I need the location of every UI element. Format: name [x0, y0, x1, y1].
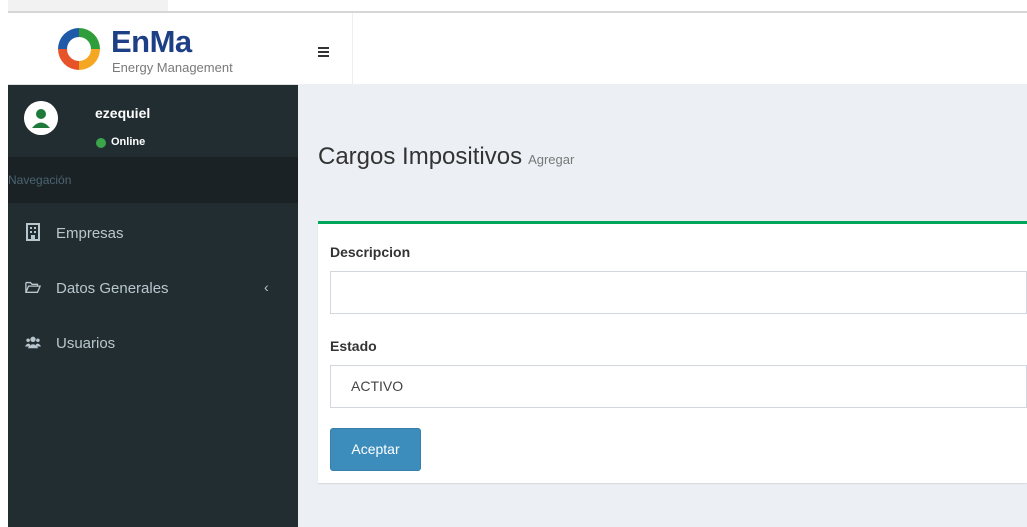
building-icon [26, 223, 40, 241]
description-input[interactable] [330, 271, 1027, 314]
main-header [298, 13, 1027, 84]
chevron-left-icon[interactable]: ‹ [264, 279, 269, 295]
brand-subtitle: Energy Management [112, 60, 233, 75]
logo-ring-icon [58, 28, 100, 70]
status-label: Estado [330, 338, 377, 354]
nav-header-label: Navegación [8, 173, 72, 187]
sidebar-item-datos-generales[interactable]: Datos Generales ‹ [8, 261, 298, 316]
status-select[interactable]: ACTIVO [330, 365, 1027, 408]
nav-header: Navegación [8, 157, 298, 203]
sidebar-item-label: Empresas [56, 225, 124, 242]
browser-tab-stub [8, 0, 168, 11]
sidebar: EnMa Energy Management ezequiel Online N… [8, 13, 298, 527]
sidebar-item-label: Usuarios [56, 335, 116, 352]
user-status: Online [111, 136, 146, 148]
sidebar-item-label: Datos Generales [56, 280, 169, 297]
form-box: Descripcion Estado ACTIVO Aceptar [318, 221, 1027, 483]
hamburger-icon [318, 47, 329, 59]
brand-title: EnMa [111, 24, 192, 59]
page-title: Cargos Impositivos Agregar [318, 142, 574, 175]
window-top-bar [0, 0, 1027, 13]
user-avatar-icon [24, 101, 58, 135]
page-subtitle: Agregar [528, 152, 575, 167]
content-area: Cargos Impositivos Agregar Descripcion Es… [298, 84, 1027, 527]
online-status-icon [96, 138, 106, 148]
brand-logo[interactable]: EnMa Energy Management [8, 13, 298, 85]
sidebar-item-empresas[interactable]: Empresas [8, 206, 298, 261]
folder-open-icon [25, 281, 41, 293]
page-title-text: Cargos Impositivos [318, 143, 523, 170]
users-icon [25, 336, 41, 349]
description-label: Descripcion [330, 244, 411, 260]
sidebar-toggle-button[interactable] [298, 13, 353, 84]
sidebar-item-usuarios[interactable]: Usuarios [8, 316, 298, 371]
user-name: ezequiel [95, 105, 151, 121]
user-panel: ezequiel Online [8, 85, 298, 157]
status-select-value: ACTIVO [351, 378, 404, 394]
accept-button[interactable]: Aceptar [330, 428, 421, 471]
